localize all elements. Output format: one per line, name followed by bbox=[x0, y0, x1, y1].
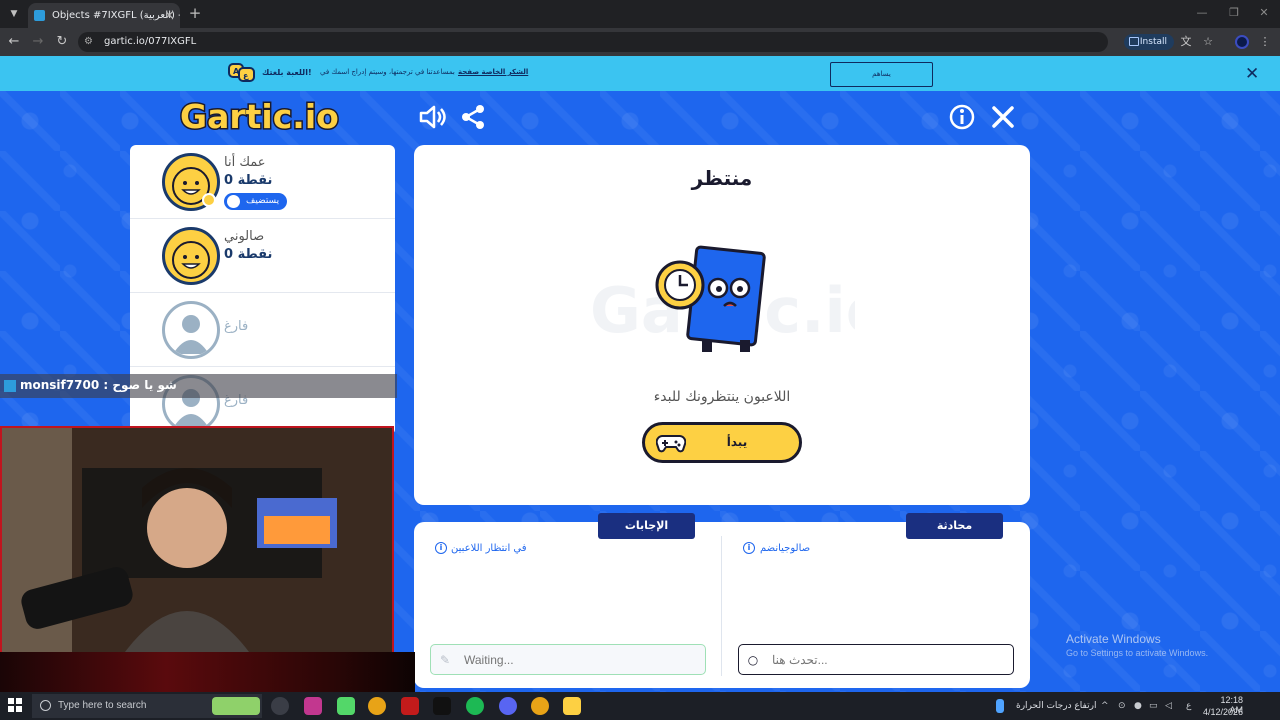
discord-icon[interactable] bbox=[499, 697, 517, 715]
webcam-feed bbox=[0, 426, 394, 654]
gartic-logo[interactable]: Gartic.io bbox=[178, 96, 350, 136]
clock-date[interactable]: 4/12/2026 bbox=[1199, 707, 1243, 717]
windows-start-icon[interactable] bbox=[8, 698, 22, 712]
owner-indicator bbox=[202, 193, 216, 207]
translation-banner bbox=[0, 56, 1280, 91]
gamepad-icon bbox=[656, 435, 686, 453]
chat-input[interactable] bbox=[738, 644, 1014, 675]
tab-answers[interactable]: الإجابات bbox=[598, 513, 695, 539]
window-close-icon[interactable]: ✕ bbox=[1254, 5, 1274, 21]
banner-title: اللعبة بلغتك! bbox=[262, 68, 312, 77]
info-icon[interactable] bbox=[947, 102, 977, 132]
site-favicon-icon bbox=[34, 10, 45, 21]
smiley-avatar-icon bbox=[172, 241, 210, 279]
answers-status: في انتظار اللاعبين bbox=[451, 543, 527, 554]
volume-icon[interactable]: ◁ bbox=[1165, 701, 1172, 711]
chrome-icon[interactable] bbox=[368, 697, 386, 715]
bookmark-star-icon[interactable]: ☆ bbox=[1201, 35, 1215, 49]
player-name: صالوني bbox=[224, 229, 265, 244]
answers-info-icon: i bbox=[435, 542, 447, 554]
kick-icon[interactable] bbox=[337, 697, 355, 715]
obs-icon[interactable] bbox=[271, 697, 289, 715]
new-tab-icon[interactable]: + bbox=[186, 4, 204, 22]
back-icon[interactable]: ← bbox=[6, 34, 22, 50]
panel-divider bbox=[721, 536, 722, 676]
player-score: 0 نقطة bbox=[224, 247, 273, 262]
waiting-message: اللاعبون ينتظرونك للبدء bbox=[653, 389, 791, 405]
thermometer-icon bbox=[996, 699, 1004, 713]
logo-text: Gartic.io bbox=[180, 97, 339, 136]
banner-close-icon[interactable]: ✕ bbox=[1245, 64, 1259, 84]
player-score: 0 نقطة bbox=[224, 173, 273, 188]
instagram-icon[interactable] bbox=[304, 697, 322, 715]
restore-icon[interactable]: ❐ bbox=[1224, 5, 1244, 21]
reload-icon[interactable]: ↻ bbox=[54, 34, 70, 50]
weather-text[interactable]: ارتفاع درجات الحرارة bbox=[1016, 701, 1096, 711]
banner-credits-link[interactable]: الشكر الخاصة صفحة bbox=[458, 68, 528, 76]
empty-player-slot: فارغ bbox=[130, 293, 395, 367]
tray-chevron-icon[interactable]: ^ bbox=[1101, 701, 1109, 711]
player-row[interactable]: عمك أنا 0 نقطة يستضيف bbox=[130, 145, 395, 219]
host-badge-label: يستضيف bbox=[246, 196, 280, 206]
search-highlight-icon[interactable] bbox=[212, 697, 260, 715]
minimize-icon[interactable]: — bbox=[1192, 5, 1212, 21]
activate-windows-subtitle: Go to Settings to activate Windows. bbox=[1066, 648, 1209, 658]
host-icon bbox=[227, 195, 240, 208]
tab-title: Objects #7IXGFL (العربية) - Gartic bbox=[52, 10, 180, 21]
profile-avatar-icon[interactable] bbox=[1235, 35, 1249, 49]
streamlabs-icon[interactable] bbox=[401, 697, 419, 715]
stream-chat-message: monsif7700 : شو يا صوح bbox=[20, 378, 177, 392]
waiting-title: منتظر bbox=[691, 166, 753, 190]
tab-search-icon[interactable]: ▼ bbox=[6, 6, 22, 22]
activate-windows-title: Activate Windows bbox=[1066, 632, 1161, 646]
host-badge: يستضيف bbox=[224, 193, 288, 210]
site-info-icon[interactable]: ⚙ bbox=[84, 36, 96, 48]
tiktok-icon[interactable] bbox=[433, 697, 451, 715]
browser-tab[interactable]: Objects #7IXGFL (العربية) - Gartic ✕ bbox=[28, 3, 180, 28]
gartic-app-icon[interactable] bbox=[563, 697, 581, 715]
search-icon bbox=[40, 700, 51, 711]
translate-help-icon: A ع bbox=[228, 63, 255, 82]
svg-text:A: A bbox=[233, 67, 240, 76]
tab-close-icon[interactable]: ✕ bbox=[165, 3, 174, 28]
player-name: فارغ bbox=[224, 319, 249, 334]
share-icon[interactable] bbox=[458, 102, 488, 132]
stream-overlay-decoration bbox=[0, 652, 415, 692]
pencil-icon: ✎ bbox=[439, 653, 451, 667]
svg-text:ع: ع bbox=[243, 71, 249, 80]
chat-info-icon: i bbox=[743, 542, 755, 554]
chrome-profile-icon[interactable] bbox=[531, 697, 549, 715]
translate-icon[interactable]: 文 bbox=[1179, 35, 1193, 49]
spotify-icon[interactable] bbox=[466, 697, 484, 715]
input-language[interactable]: ع bbox=[1186, 701, 1191, 711]
webcam-image bbox=[2, 428, 392, 652]
exit-icon[interactable] bbox=[988, 102, 1018, 132]
forward-icon[interactable]: → bbox=[30, 34, 46, 50]
install-icon bbox=[1129, 37, 1139, 46]
address-bar[interactable]: gartic.io/077IXGFL bbox=[78, 32, 1108, 52]
sound-icon[interactable] bbox=[418, 102, 448, 132]
contribute-button[interactable]: يساهم bbox=[830, 62, 933, 87]
network-icon[interactable]: ⊙ bbox=[1118, 701, 1126, 711]
tab-chat[interactable]: محادثة bbox=[906, 513, 1003, 539]
answer-input[interactable] bbox=[430, 644, 706, 675]
banner-text: بمساعدتنا في ترجمتها، وسيتم إدراج اسمك ف… bbox=[320, 68, 455, 76]
player-row[interactable]: صالوني 0 نقطة bbox=[130, 219, 395, 293]
player-avatar bbox=[162, 227, 220, 285]
waiting-mascot-illustration: Gartic.io bbox=[590, 245, 855, 352]
mic-icon[interactable]: ● bbox=[1134, 701, 1142, 711]
twitch-icon bbox=[4, 380, 16, 392]
browser-menu-icon[interactable]: ⋮ bbox=[1258, 35, 1272, 49]
empty-avatar-icon bbox=[162, 301, 220, 359]
display-icon[interactable]: ▭ bbox=[1149, 701, 1158, 711]
chat-bubble-icon: ○ bbox=[747, 653, 759, 667]
player-name: عمك أنا bbox=[224, 155, 266, 170]
chat-status: صالوجيانضم bbox=[760, 543, 811, 554]
